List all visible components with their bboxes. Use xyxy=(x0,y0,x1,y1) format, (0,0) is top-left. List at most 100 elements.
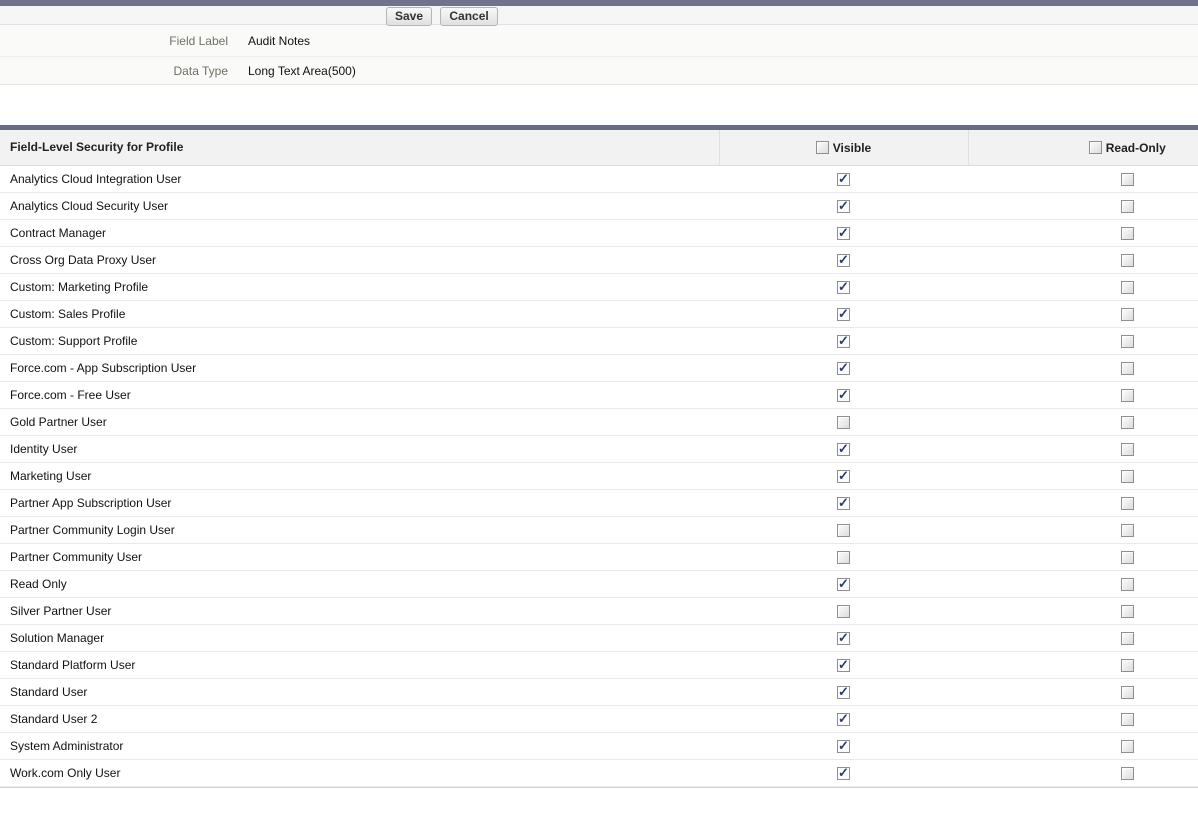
visible-checkbox[interactable] xyxy=(837,252,850,267)
read-only-checkbox[interactable] xyxy=(1120,523,1134,537)
profile-row: Force.com - Free User xyxy=(0,381,1198,409)
profile-row: Force.com - App Subscription User xyxy=(0,354,1198,382)
button-toolbar: Save Cancel xyxy=(0,6,1198,26)
profile-row: Cross Org Data Proxy User xyxy=(0,246,1198,274)
visible-checkbox[interactable] xyxy=(837,387,850,402)
profile-name: Analytics Cloud Security User xyxy=(0,192,719,220)
read-only-checkbox[interactable] xyxy=(1120,442,1134,456)
visible-checkbox[interactable] xyxy=(837,198,850,213)
data-type-value: Long Text Area(500) xyxy=(248,63,356,78)
profile-name: Custom: Sales Profile xyxy=(0,300,719,328)
visible-checkbox[interactable] xyxy=(837,657,850,672)
spacer xyxy=(0,85,1198,125)
cancel-button[interactable]: Cancel xyxy=(440,7,498,26)
profile-row: Analytics Cloud Security User xyxy=(0,192,1198,220)
read-only-checkbox[interactable] xyxy=(1120,739,1134,753)
visible-checkbox[interactable] xyxy=(837,279,850,294)
read-only-checkbox[interactable] xyxy=(1120,550,1134,564)
read-only-checkbox[interactable] xyxy=(1120,172,1134,186)
read-only-checkbox[interactable] xyxy=(1120,280,1134,294)
profile-row: Read Only xyxy=(0,570,1198,598)
read-only-checkbox[interactable] xyxy=(1120,334,1134,348)
read-only-column-label: Read-Only xyxy=(1105,140,1166,155)
profile-name: Identity User xyxy=(0,435,719,463)
read-only-checkbox[interactable] xyxy=(1120,361,1134,375)
read-only-checkbox[interactable] xyxy=(1120,253,1134,267)
field-label-value: Audit Notes xyxy=(248,33,311,48)
profile-name: Contract Manager xyxy=(0,219,719,247)
table-title: Field-Level Security for Profile xyxy=(0,130,719,166)
profile-name: System Administrator xyxy=(0,732,719,760)
visible-checkbox[interactable] xyxy=(837,441,850,456)
read-only-column-header: Read-Only xyxy=(967,130,1198,166)
profile-row: Contract Manager xyxy=(0,219,1198,247)
profile-row: Silver Partner User xyxy=(0,597,1198,625)
table-header-row: Field-Level Security for Profile Visible… xyxy=(0,130,1198,166)
profile-name: Marketing User xyxy=(0,462,719,490)
read-only-checkbox[interactable] xyxy=(1120,226,1134,240)
visible-checkbox[interactable] xyxy=(837,360,850,375)
profile-row: Analytics Cloud Integration User xyxy=(0,165,1198,193)
read-only-checkbox[interactable] xyxy=(1120,199,1134,213)
profile-name: Silver Partner User xyxy=(0,597,719,625)
visible-checkbox[interactable] xyxy=(837,738,850,753)
profile-name: Force.com - Free User xyxy=(0,381,719,409)
data-type-label: Data Type xyxy=(173,63,228,78)
read-only-checkbox[interactable] xyxy=(1120,685,1134,699)
read-only-checkbox[interactable] xyxy=(1120,766,1134,780)
profile-name: Standard Platform User xyxy=(0,651,719,679)
visible-checkbox[interactable] xyxy=(837,171,850,186)
visible-checkbox[interactable] xyxy=(837,306,850,321)
visible-checkbox[interactable] xyxy=(837,630,850,645)
read-only-checkbox[interactable] xyxy=(1120,307,1134,321)
read-only-checkbox[interactable] xyxy=(1120,712,1134,726)
fls-table: Field-Level Security for Profile Visible… xyxy=(0,130,1198,787)
read-only-checkbox[interactable] xyxy=(1120,658,1134,672)
read-only-checkbox[interactable] xyxy=(1120,388,1134,402)
profile-name: Custom: Support Profile xyxy=(0,327,719,355)
profile-name: Work.com Only User xyxy=(0,759,719,787)
field-security-edit-page: Save Cancel Field Label Audit Notes Data… xyxy=(0,0,1198,788)
profile-row: Custom: Marketing Profile xyxy=(0,273,1198,301)
field-label-label: Field Label xyxy=(169,33,228,48)
read-only-select-all-checkbox[interactable] xyxy=(1088,141,1102,155)
visible-checkbox[interactable] xyxy=(837,604,850,618)
read-only-checkbox[interactable] xyxy=(1120,469,1134,483)
visible-checkbox[interactable] xyxy=(837,495,850,510)
profile-row: Custom: Sales Profile xyxy=(0,300,1198,328)
profile-name: Analytics Cloud Integration User xyxy=(0,165,719,193)
fls-table-viewport: Field-Level Security for Profile Visible… xyxy=(0,130,1198,788)
read-only-checkbox[interactable] xyxy=(1120,577,1134,591)
profile-row: Solution Manager xyxy=(0,624,1198,652)
field-detail-section: Field Label Audit Notes Data Type Long T… xyxy=(0,25,1198,85)
read-only-checkbox[interactable] xyxy=(1120,496,1134,510)
profile-name: Force.com - App Subscription User xyxy=(0,354,719,382)
visible-select-all-checkbox[interactable] xyxy=(815,141,829,155)
visible-checkbox[interactable] xyxy=(837,711,850,726)
profile-row: Partner App Subscription User xyxy=(0,489,1198,517)
profile-row: Custom: Support Profile xyxy=(0,327,1198,355)
visible-checkbox[interactable] xyxy=(837,333,850,348)
profile-row: Partner Community User xyxy=(0,543,1198,571)
profile-row: Work.com Only User xyxy=(0,759,1198,787)
visible-checkbox[interactable] xyxy=(837,550,850,564)
profile-name: Partner Community User xyxy=(0,543,719,571)
profile-name: Read Only xyxy=(0,570,719,598)
profile-row: Gold Partner User xyxy=(0,408,1198,436)
read-only-checkbox[interactable] xyxy=(1120,415,1134,429)
visible-checkbox[interactable] xyxy=(837,523,850,537)
read-only-checkbox[interactable] xyxy=(1120,604,1134,618)
visible-checkbox[interactable] xyxy=(837,468,850,483)
profile-row: Identity User xyxy=(0,435,1198,463)
save-button[interactable]: Save xyxy=(386,7,433,26)
profile-row: Partner Community Login User xyxy=(0,516,1198,544)
visible-checkbox[interactable] xyxy=(837,415,850,429)
read-only-checkbox[interactable] xyxy=(1120,631,1134,645)
profile-row: System Administrator xyxy=(0,732,1198,760)
visible-checkbox[interactable] xyxy=(837,225,850,240)
visible-checkbox[interactable] xyxy=(837,576,850,591)
profile-row: Marketing User xyxy=(0,462,1198,490)
visible-checkbox[interactable] xyxy=(837,765,850,780)
profile-name: Cross Org Data Proxy User xyxy=(0,246,719,274)
visible-checkbox[interactable] xyxy=(837,684,850,699)
